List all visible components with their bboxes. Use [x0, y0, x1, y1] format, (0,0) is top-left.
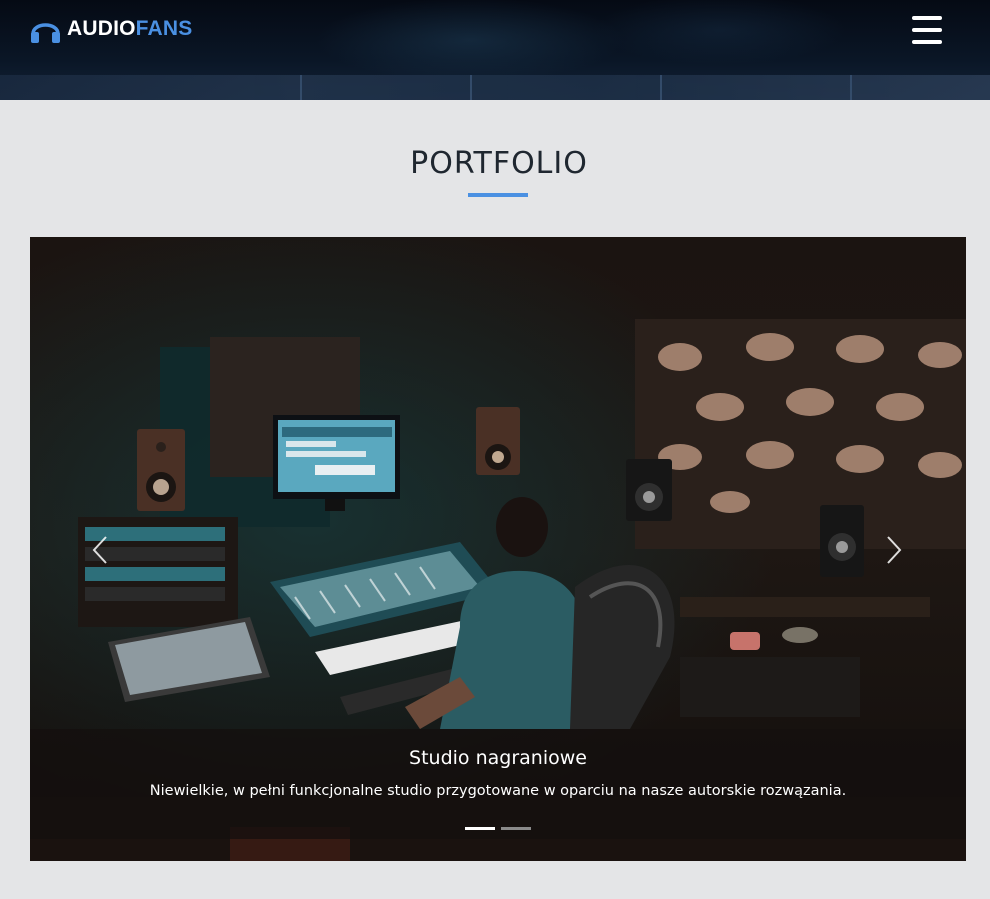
- logo-text-fans: FANS: [135, 17, 193, 40]
- site-logo[interactable]: AUDIOFANS: [29, 14, 192, 44]
- carousel-indicator-2[interactable]: [501, 827, 531, 830]
- portfolio-carousel: Studio nagraniowe Niewielkie, w pełni fu…: [30, 237, 966, 861]
- chevron-right-icon[interactable]: [882, 533, 906, 567]
- title-underline: [468, 193, 528, 197]
- section-title: PORTFOLIO: [410, 146, 588, 181]
- hamburger-menu-icon[interactable]: [912, 16, 944, 44]
- slide-caption: Studio nagraniowe Niewielkie, w pełni fu…: [30, 729, 966, 839]
- logo-text: AUDIOFANS: [67, 17, 192, 41]
- header-background-strip: [0, 75, 990, 100]
- logo-text-audio: AUDIO: [67, 17, 136, 40]
- chevron-left-icon[interactable]: [88, 533, 112, 567]
- headphones-icon: [31, 23, 60, 43]
- slide-description: Niewielkie, w pełni funkcjonalne studio …: [149, 783, 847, 799]
- carousel-indicators: [465, 827, 537, 831]
- site-header: AUDIOFANS: [0, 0, 990, 100]
- slide-title: Studio nagraniowe: [409, 747, 587, 769]
- carousel-indicator-1[interactable]: [465, 827, 495, 830]
